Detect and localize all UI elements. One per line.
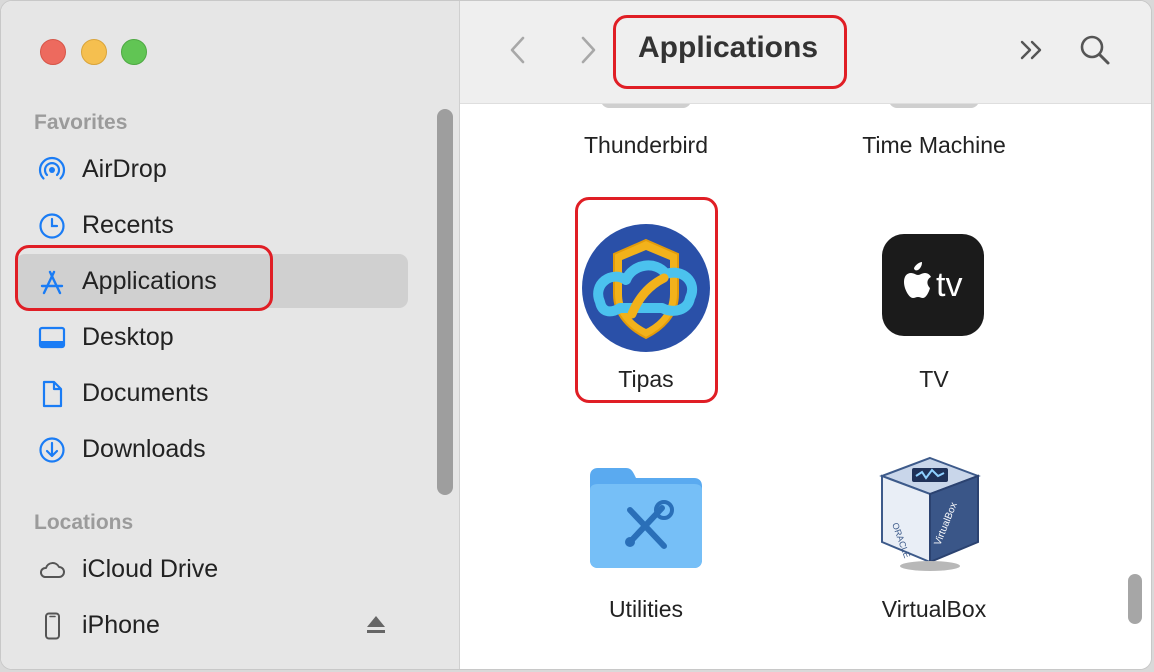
file-item-label: Utilities xyxy=(608,596,684,622)
sidebar-item-label: Documents xyxy=(82,379,209,407)
apple-tv-app-icon: tv xyxy=(882,234,984,336)
sidebar-item-label: AirDrop xyxy=(82,155,167,183)
sidebar-item-desktop[interactable]: Desktop xyxy=(16,310,408,364)
airdrop-icon xyxy=(38,156,66,180)
sidebar-item-documents[interactable]: Documents xyxy=(16,366,408,420)
file-grid: Thunderbird Time Machine Tipas tv TV Uti… xyxy=(460,104,1151,669)
utilities-folder-icon xyxy=(590,468,702,568)
sidebar-item-downloads[interactable]: Downloads xyxy=(16,422,408,476)
svg-text:tv: tv xyxy=(936,266,962,304)
file-item-label: Time Machine xyxy=(862,132,1006,158)
sidebar-item-recents[interactable]: Recents xyxy=(16,198,408,252)
sidebar-item-label: Downloads xyxy=(82,435,206,463)
section-label-favorites: Favorites xyxy=(34,111,128,134)
sidebar-item-label: iPhone xyxy=(82,611,160,639)
file-item-thunderbird[interactable]: Thunderbird xyxy=(526,104,766,174)
sidebar-item-label: iCloud Drive xyxy=(82,555,219,583)
document-icon xyxy=(42,380,63,408)
file-item-tv[interactable]: tv TV xyxy=(814,214,1054,404)
sidebar-item-label: Desktop xyxy=(82,323,174,351)
close-button[interactable] xyxy=(40,39,66,65)
content-scrollbar[interactable] xyxy=(1128,574,1142,624)
desktop-icon xyxy=(38,326,66,349)
sidebar-item-iphone[interactable]: iPhone xyxy=(16,598,408,652)
clock-icon xyxy=(39,213,65,239)
annotation-title-highlight xyxy=(613,15,847,89)
zoom-button[interactable] xyxy=(121,39,147,65)
search-icon[interactable] xyxy=(1078,33,1112,67)
annotation-sidebar-applications-highlight xyxy=(15,245,273,311)
file-item-label: VirtualBox xyxy=(881,596,987,622)
virtualbox-app-icon: ORACLE VirtualBox xyxy=(879,456,981,571)
sidebar: Favorites AirDrop Recents Applications D… xyxy=(1,1,460,669)
sidebar-scrollbar[interactable] xyxy=(437,109,453,495)
more-toolbar-icon[interactable] xyxy=(1016,33,1050,67)
file-item-label: TV xyxy=(919,366,949,392)
iphone-icon xyxy=(45,612,60,640)
time-machine-app-icon xyxy=(889,104,979,108)
file-item-time-machine[interactable]: Time Machine xyxy=(814,104,1054,174)
minimize-button[interactable] xyxy=(81,39,107,65)
sidebar-item-label: Recents xyxy=(82,211,174,239)
file-item-utilities[interactable]: Utilities xyxy=(526,454,766,634)
cloud-icon xyxy=(39,562,65,578)
finder-window: Favorites AirDrop Recents Applications D… xyxy=(0,0,1152,670)
annotation-tipas-highlight xyxy=(575,197,718,403)
download-icon xyxy=(39,437,65,463)
file-item-label: Thunderbird xyxy=(583,132,709,158)
file-item-virtualbox[interactable]: ORACLE VirtualBox VirtualBox xyxy=(814,454,1054,634)
eject-icon[interactable] xyxy=(364,612,388,636)
sidebar-item-airdrop[interactable]: AirDrop xyxy=(16,142,408,196)
sidebar-item-icloud-drive[interactable]: iCloud Drive xyxy=(16,542,408,596)
thunderbird-app-icon xyxy=(601,104,691,108)
section-label-locations: Locations xyxy=(34,511,134,534)
back-icon[interactable] xyxy=(504,33,532,67)
forward-icon[interactable] xyxy=(574,33,602,67)
